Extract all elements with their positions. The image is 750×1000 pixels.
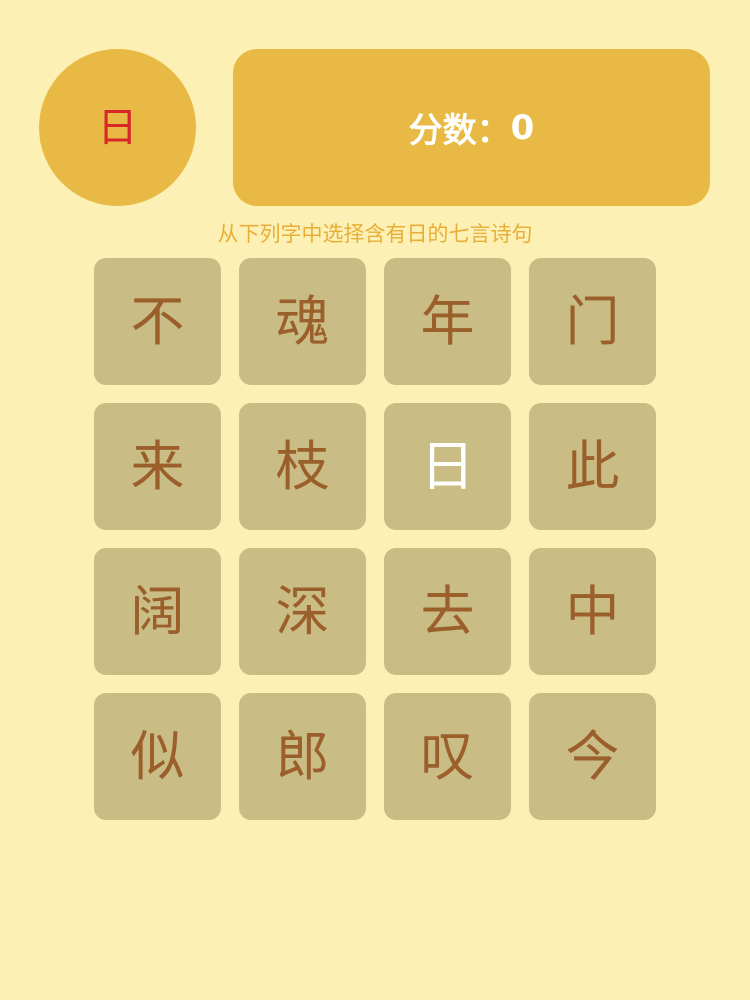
instruction-text: 从下列字中选择含有日的七言诗句 — [217, 222, 533, 246]
character-tile[interactable]: 中 — [529, 548, 656, 675]
character-tile[interactable]: 去 — [384, 548, 511, 675]
character-tile[interactable]: 此 — [529, 403, 656, 530]
character-tile[interactable]: 叹 — [384, 693, 511, 820]
character-tile[interactable]: 阔 — [94, 548, 221, 675]
score-panel: 分数： 0 — [233, 49, 710, 206]
character-tile-selected[interactable]: 日 — [384, 403, 511, 530]
score-value: 0 — [510, 107, 535, 148]
target-character-badge: 日 — [39, 49, 196, 206]
character-tile[interactable]: 似 — [94, 693, 221, 820]
character-tile[interactable]: 今 — [529, 693, 656, 820]
game-screen: 日 分数： 0 从下列字中选择含有日的七言诗句 不 魂 年 门 来 枝 日 此 … — [0, 0, 750, 1000]
character-tile[interactable]: 魂 — [239, 258, 366, 385]
target-character: 日 — [97, 104, 138, 151]
character-tile[interactable]: 枝 — [239, 403, 366, 530]
character-tile[interactable]: 郎 — [239, 693, 366, 820]
character-tile[interactable]: 深 — [239, 548, 366, 675]
character-tile[interactable]: 不 — [94, 258, 221, 385]
character-tile[interactable]: 来 — [94, 403, 221, 530]
character-grid: 不 魂 年 门 来 枝 日 此 阔 深 去 中 似 郎 叹 今 — [94, 258, 657, 820]
score-label: 分数： — [408, 111, 511, 151]
character-tile[interactable]: 年 — [384, 258, 511, 385]
character-tile[interactable]: 门 — [529, 258, 656, 385]
